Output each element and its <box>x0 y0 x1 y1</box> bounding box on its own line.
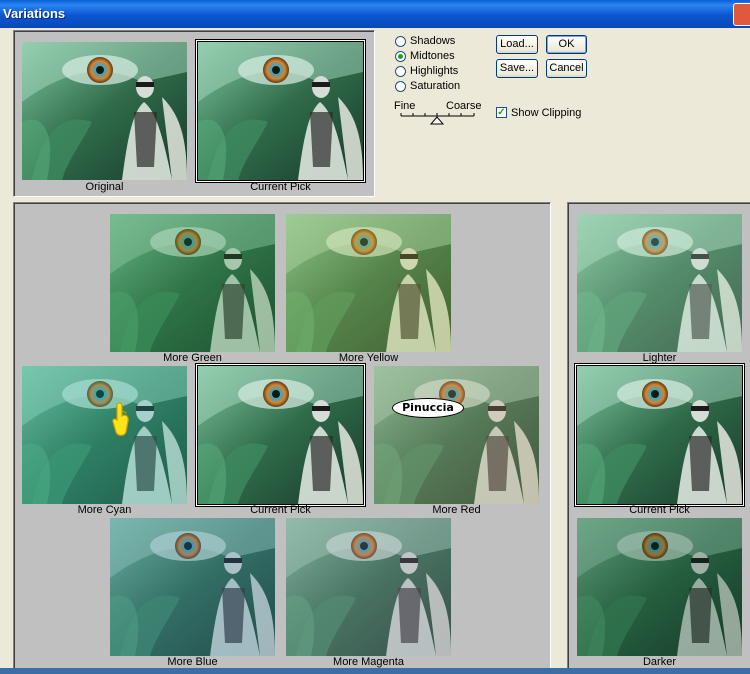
fine-coarse-slider[interactable] <box>399 111 477 127</box>
thumb-more-cyan[interactable] <box>22 366 187 504</box>
thumb-lighter[interactable] <box>577 214 742 352</box>
save-button[interactable]: Save... <box>496 59 538 78</box>
load-button[interactable]: Load... <box>496 35 538 54</box>
caption-more-green: More Green <box>163 352 222 364</box>
caption-lighter: Lighter <box>642 352 677 364</box>
thumb-more-green[interactable] <box>110 214 275 352</box>
thumb-more-magenta[interactable] <box>286 518 451 656</box>
thumb-right-current-pick[interactable] <box>576 365 743 505</box>
radio-shadows-indicator[interactable] <box>395 35 406 47</box>
hand-cursor-icon <box>112 402 129 436</box>
radio-highlights-label: Highlights <box>410 65 459 77</box>
radio-shadows-label: Shadows <box>410 35 456 47</box>
window-title: Variations <box>3 6 66 21</box>
caption-right-current-pick: Current Pick <box>629 504 690 516</box>
show-clipping-label: Show Clipping <box>511 107 582 119</box>
show-clipping-checkbox[interactable]: ✓ <box>496 107 507 118</box>
thumb-more-yellow[interactable] <box>286 214 451 352</box>
thumb-darker[interactable] <box>577 518 742 656</box>
caption-darker: Darker <box>642 656 676 668</box>
ok-button[interactable]: OK <box>546 35 587 54</box>
caption-more-cyan: More Cyan <box>77 504 132 516</box>
caption-center-current-pick: Current Pick <box>250 504 311 516</box>
caption-more-yellow: More Yellow <box>338 352 399 364</box>
pinuccia-watermark: Pinuccia <box>392 398 464 418</box>
radio-midtones[interactable]: Midtones <box>395 49 455 63</box>
thumb-more-red[interactable] <box>374 366 539 504</box>
caption-current-pick: Current Pick <box>250 181 311 193</box>
radio-midtones-label: Midtones <box>410 50 455 62</box>
radio-saturation-label: Saturation <box>410 80 461 92</box>
radio-highlights-indicator[interactable] <box>395 65 406 77</box>
thumb-original[interactable] <box>22 42 187 180</box>
radio-saturation[interactable]: Saturation <box>395 79 460 93</box>
caption-more-red: More Red <box>432 504 481 516</box>
radio-saturation-indicator[interactable] <box>395 80 406 92</box>
thumb-more-blue[interactable] <box>110 518 275 656</box>
caption-more-magenta: More Magenta <box>333 656 404 668</box>
title-bar: Variations <box>0 0 750 28</box>
caption-more-blue: More Blue <box>167 656 218 668</box>
thumb-current-pick[interactable] <box>197 41 364 181</box>
close-button[interactable] <box>733 3 750 26</box>
taskbar-strip <box>0 668 750 674</box>
cancel-button[interactable]: Cancel <box>546 59 587 78</box>
thumb-center-current-pick[interactable] <box>197 365 364 505</box>
caption-original: Original <box>85 181 124 193</box>
radio-highlights[interactable]: Highlights <box>395 64 458 78</box>
radio-midtones-indicator[interactable] <box>395 50 406 62</box>
radio-shadows[interactable]: Shadows <box>395 34 455 48</box>
